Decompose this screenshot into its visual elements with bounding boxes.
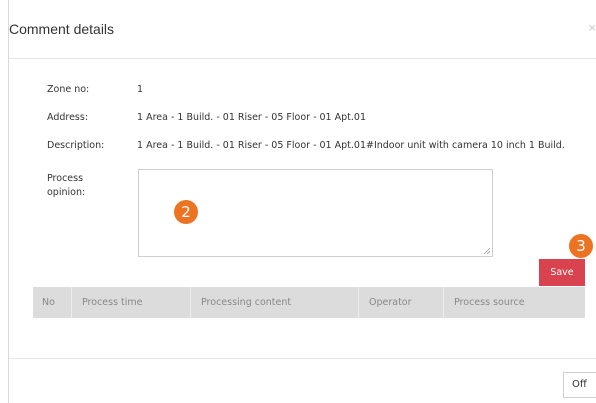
save-button[interactable]: Save bbox=[539, 259, 585, 286]
column-header-processing-content: Processing content bbox=[201, 297, 292, 308]
process-opinion-label-line1: Process bbox=[47, 173, 84, 184]
dialog-left-edge bbox=[8, 0, 9, 403]
address-label: Address: bbox=[47, 112, 89, 123]
resize-handle-icon[interactable] bbox=[484, 248, 490, 254]
process-opinion-label-line2: opinion: bbox=[47, 187, 86, 198]
step-marker-3: 3 bbox=[569, 234, 593, 258]
column-divider bbox=[358, 287, 359, 318]
zone-value: 1 bbox=[137, 84, 144, 95]
column-divider bbox=[71, 287, 72, 318]
zone-label: Zone no: bbox=[47, 84, 90, 95]
off-button[interactable]: Off bbox=[563, 372, 596, 398]
address-value: 1 Area - 1 Build. - 01 Riser - 05 Floor … bbox=[137, 112, 366, 123]
comment-details-dialog: Comment details × Zone no: 1 Address: 1 … bbox=[0, 0, 596, 403]
column-header-process-source: Process source bbox=[454, 297, 525, 308]
dialog-title: Comment details bbox=[9, 21, 115, 37]
dialog-footer-divider bbox=[9, 358, 596, 359]
dialog-header: Comment details × bbox=[9, 0, 596, 59]
column-header-process-time: Process time bbox=[82, 297, 143, 308]
description-value: 1 Area - 1 Build. - 01 Riser - 05 Floor … bbox=[137, 140, 565, 151]
column-header-operator: Operator bbox=[369, 297, 412, 308]
close-icon[interactable]: × bbox=[588, 20, 596, 35]
process-table-header: No Process time Processing content Opera… bbox=[33, 287, 585, 318]
column-header-no: No bbox=[42, 297, 55, 308]
column-divider bbox=[190, 287, 191, 318]
step-marker-2: 2 bbox=[174, 200, 198, 224]
description-label: Description: bbox=[47, 140, 105, 151]
column-divider bbox=[443, 287, 444, 318]
